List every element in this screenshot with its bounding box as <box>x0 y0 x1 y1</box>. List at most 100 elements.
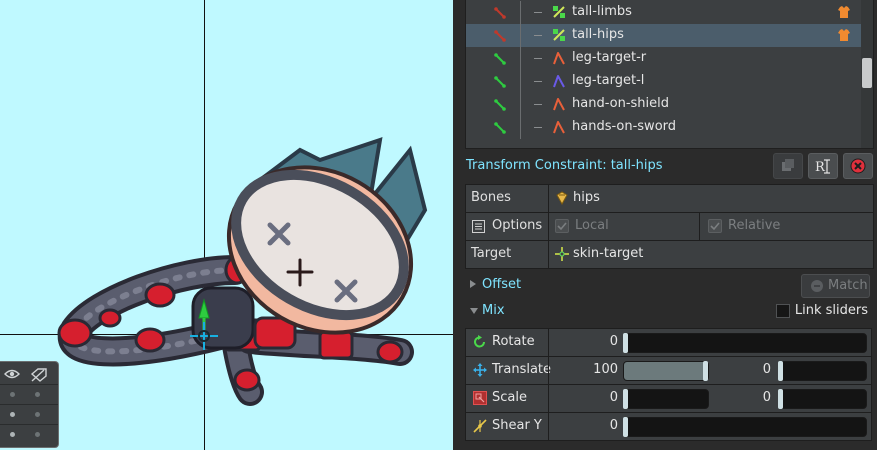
visibility-row <box>0 384 58 405</box>
translate-x-value[interactable]: 100 <box>568 362 618 377</box>
tree-item-label: hands-on-sword <box>572 119 677 134</box>
translate-y-slider[interactable] <box>778 361 867 381</box>
scale-x-slider[interactable] <box>623 389 709 409</box>
visibility-toggle-icon[interactable] <box>493 29 507 43</box>
scale-y-value[interactable]: 0 <box>723 390 771 405</box>
translate-x-slider-thumb[interactable] <box>703 361 708 381</box>
ik-constraint-icon <box>553 52 565 65</box>
options-row: Options Local Relative <box>465 212 874 241</box>
rotate-icon <box>474 335 485 348</box>
match-button[interactable]: Match <box>801 274 870 298</box>
duplicate-button[interactable] <box>773 153 803 179</box>
chevron-right-icon <box>470 280 476 288</box>
visibility-toggle-icon[interactable] <box>493 52 507 66</box>
rotate-label: Rotate <box>492 334 535 349</box>
minus-circle-icon <box>811 280 823 292</box>
scale-mix-row: Scale 0 0 <box>465 384 872 413</box>
visibility-toggle-icon[interactable] <box>493 6 507 20</box>
ik-constraint-icon <box>553 121 565 134</box>
translate-mix-row: Translate 100 0 <box>465 356 872 385</box>
tree-scrollbar[interactable] <box>861 0 873 148</box>
tree-item-tall-limbs[interactable]: tall-limbs <box>466 1 861 24</box>
tree-item-label: leg-target-l <box>572 73 645 88</box>
target-bone-icon <box>555 247 569 261</box>
tree-item-label: tall-hips <box>572 27 624 42</box>
tree-item-hands-on-sword[interactable]: hands-on-sword <box>466 116 861 139</box>
tree-scroll-thumb[interactable] <box>862 58 872 88</box>
tree-item-tall-hips[interactable]: tall-hips <box>466 24 861 47</box>
visibility-toggle-icon[interactable] <box>493 75 507 89</box>
bone-icon <box>556 191 568 205</box>
match-label: Match <box>828 278 868 293</box>
tree-item-leg-target-r[interactable]: leg-target-r <box>466 47 861 70</box>
target-value[interactable]: skin-target <box>573 246 643 261</box>
target-label: Target <box>471 246 512 261</box>
duplicate-icon <box>782 159 794 171</box>
translate-y-slider-thumb[interactable] <box>778 361 783 381</box>
shear-mix-row: Shear Y 0 <box>465 412 872 441</box>
delete-icon <box>850 158 866 174</box>
constraint-title: Transform Constraint: tall-hips <box>466 158 663 173</box>
eye-icon[interactable] <box>4 368 20 380</box>
scale-label: Scale <box>492 390 527 405</box>
tree-item-label: leg-target-r <box>572 50 647 65</box>
constraint-tree: tall-limbs tall-hips leg-target-r leg-targe… <box>465 0 874 149</box>
visibility-toggle-icon[interactable] <box>493 98 507 112</box>
rotate-value[interactable]: 0 <box>568 334 618 349</box>
rotate-slider[interactable] <box>623 333 867 353</box>
scale-y-slider-thumb[interactable] <box>778 389 783 409</box>
options-label: Options <box>492 218 543 233</box>
rotate-mix-row: Rotate 0 <box>465 328 872 357</box>
link-sliders-label: Link sliders <box>794 303 868 318</box>
bones-row: Bones hips <box>465 184 874 213</box>
ik-constraint-icon <box>553 98 565 111</box>
ik-constraint-icon <box>553 75 565 88</box>
chevron-down-icon <box>470 308 478 314</box>
translate-x-slider[interactable] <box>623 361 709 381</box>
transform-constraint-icon <box>553 29 565 41</box>
shear-slider-thumb[interactable] <box>623 417 628 437</box>
relative-checkbox[interactable] <box>708 219 722 233</box>
translate-label: Translate <box>492 362 552 377</box>
tree-item-hand-on-shield[interactable]: hand-on-shield <box>466 93 861 116</box>
shear-label: Shear Y <box>492 418 542 433</box>
viewport-canvas[interactable] <box>0 0 453 450</box>
shear-slider[interactable] <box>623 417 867 437</box>
local-label: Local <box>575 218 609 233</box>
tree-item-label: tall-limbs <box>572 4 632 19</box>
scale-y-slider[interactable] <box>778 389 867 409</box>
skin-shirt-icon <box>838 6 850 18</box>
properties-panel: tall-limbs tall-hips leg-target-r leg-targe… <box>453 0 877 450</box>
bones-label: Bones <box>471 190 511 205</box>
translate-x-slider-fill <box>624 362 706 380</box>
offset-label: Offset <box>482 277 522 292</box>
mix-section[interactable]: Mix Link sliders <box>465 299 877 323</box>
local-checkbox[interactable] <box>555 219 569 233</box>
visibility-row <box>0 424 58 445</box>
relative-label: Relative <box>728 218 781 233</box>
translate-y-value[interactable]: 0 <box>723 362 771 377</box>
rotate-slider-thumb[interactable] <box>623 333 628 353</box>
rename-button[interactable]: R <box>808 153 838 179</box>
tree-item-label: hand-on-shield <box>572 96 669 111</box>
check-icon <box>710 222 720 231</box>
character-artwork <box>57 137 428 406</box>
visibility-toggle-icon[interactable] <box>493 121 507 135</box>
scale-x-value[interactable]: 0 <box>568 390 618 405</box>
options-icon <box>472 220 485 233</box>
tree-item-leg-target-l[interactable]: leg-target-l <box>466 70 861 93</box>
tag-icon[interactable] <box>30 368 48 382</box>
shear-value[interactable]: 0 <box>568 418 618 433</box>
rename-icon: R <box>815 159 830 175</box>
visibility-panel <box>0 361 59 448</box>
target-row: Target skin-target <box>465 240 874 269</box>
bones-value[interactable]: hips <box>573 190 600 205</box>
offset-section[interactable]: Offset Match <box>465 273 877 298</box>
constraint-title-row: Transform Constraint: tall-hips R <box>465 151 877 181</box>
check-icon <box>557 222 567 231</box>
transform-constraint-icon <box>553 6 565 18</box>
delete-button[interactable] <box>843 153 873 179</box>
visibility-row <box>0 404 58 425</box>
link-sliders-checkbox[interactable] <box>776 304 790 318</box>
scale-x-slider-thumb[interactable] <box>623 389 628 409</box>
